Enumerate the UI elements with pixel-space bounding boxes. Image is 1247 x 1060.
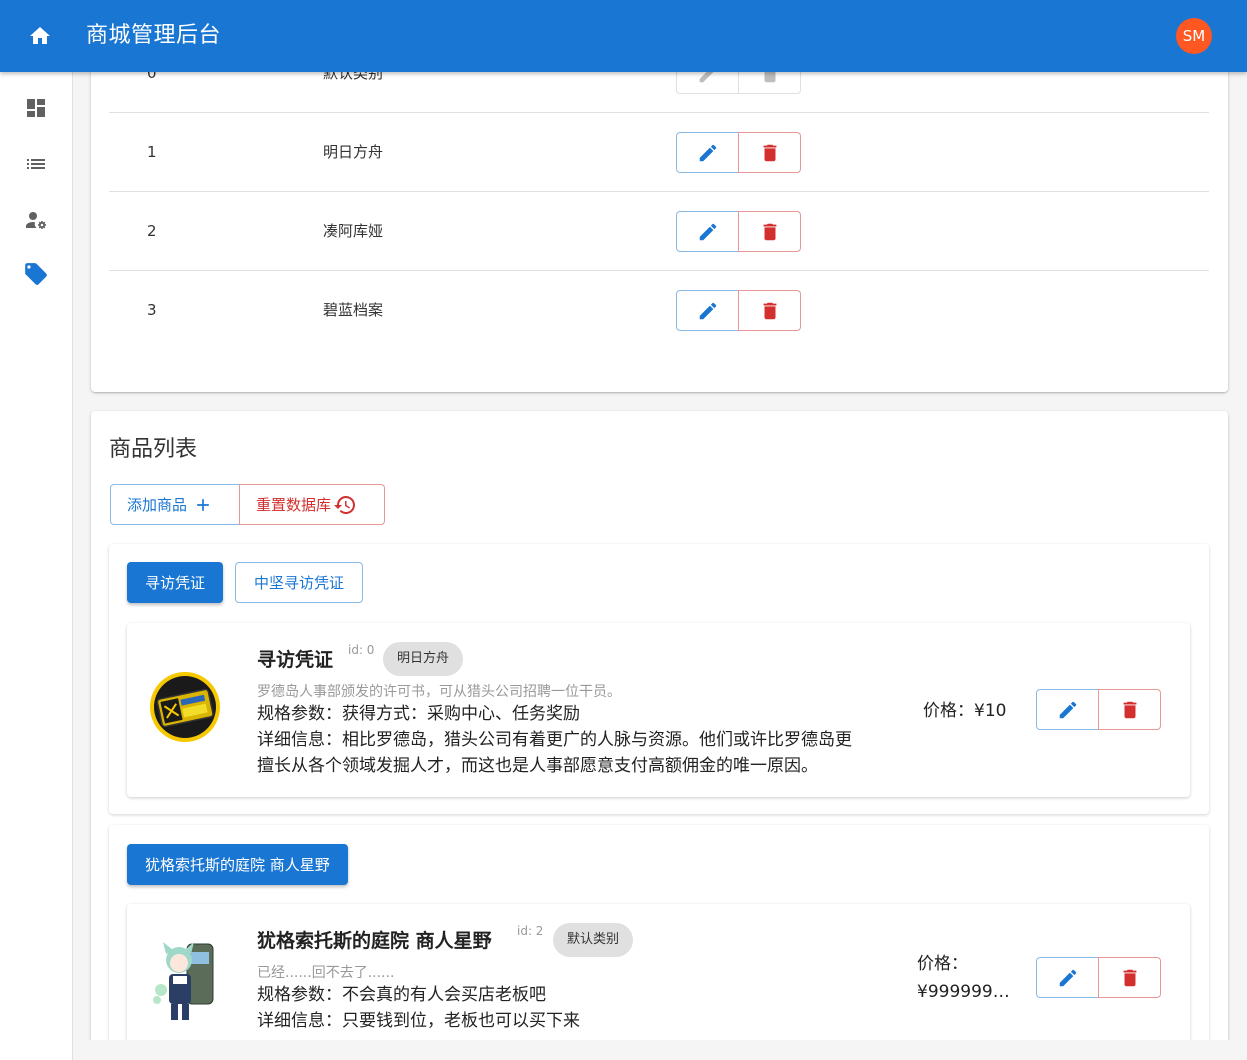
category-name: 明日方舟 xyxy=(323,143,384,161)
edit-button[interactable] xyxy=(676,132,739,173)
trash-icon xyxy=(1123,701,1136,718)
category-id: 2 xyxy=(147,222,157,240)
tab-hoshino-merchant[interactable]: 犹格索托斯的庭院 商人星野 xyxy=(127,844,348,885)
delete-button[interactable] xyxy=(1098,689,1161,730)
edit-icon xyxy=(1059,969,1076,986)
edit-icon xyxy=(699,302,716,319)
product-actions xyxy=(1036,689,1161,730)
row-actions xyxy=(676,72,801,94)
product-group: 犹格索托斯的庭院 商人星野 犹格索托斯的庭院 商人星野 id: 2 默认类别 已… xyxy=(109,825,1209,1040)
manage-accounts-icon xyxy=(26,212,46,229)
product-card: 犹格索托斯的庭院 商人星野 id: 2 默认类别 已经......回不去了...… xyxy=(127,904,1190,1040)
section-title: 商品列表 xyxy=(109,437,198,462)
product-description: 罗德岛人事部颁发的许可书，可从猎头公司招聘一位干员。 xyxy=(257,684,621,700)
category-chip: 默认类别 xyxy=(553,923,634,957)
trash-icon xyxy=(1123,969,1136,986)
product-list-section: 商品列表 添加商品 重置数据库 寻访凭证 中坚寻访凭证 寻访凭证 id: 0 明… xyxy=(91,411,1228,1040)
plus-icon xyxy=(197,498,209,511)
product-id: id: 0 xyxy=(348,643,375,657)
product-name: 犹格索托斯的庭院 商人星野 xyxy=(257,930,492,952)
product-description: 已经......回不去了...... xyxy=(257,965,395,981)
edit-button[interactable] xyxy=(1036,689,1099,730)
edit-button[interactable] xyxy=(676,211,739,252)
nav-dashboard[interactable] xyxy=(12,88,60,128)
edit-icon xyxy=(699,223,716,240)
list-icon xyxy=(27,159,45,169)
edit-icon xyxy=(699,144,716,161)
edit-button[interactable] xyxy=(676,72,739,94)
home-button[interactable] xyxy=(20,16,60,56)
row-actions xyxy=(676,211,801,252)
edit-icon xyxy=(1059,701,1076,718)
home-icon xyxy=(30,27,50,44)
category-id: 3 xyxy=(147,301,157,319)
app-bar: 商城管理后台 SM xyxy=(0,0,1247,72)
tag-icon xyxy=(25,263,47,285)
nav-manage-accounts[interactable] xyxy=(12,200,60,240)
delete-button[interactable] xyxy=(1098,957,1161,998)
category-id: 1 xyxy=(147,143,157,161)
user-avatar[interactable]: SM xyxy=(1176,18,1212,54)
tab-headhunting-permit[interactable]: 寻访凭证 xyxy=(127,562,224,603)
delete-button[interactable] xyxy=(738,290,801,331)
product-name: 寻访凭证 xyxy=(257,649,334,671)
trash-icon xyxy=(764,72,775,82)
product-detail: 擅长从各个领域发掘人才，而这也是人事部愿意支付高额佣金的唯一原因。 xyxy=(257,756,818,776)
product-detail: 详细信息：只要钱到位，老板也可以买下来 xyxy=(257,1011,580,1031)
delete-button[interactable] xyxy=(738,211,801,252)
table-row: 3 碧蓝档案 xyxy=(109,271,1209,350)
category-name: 碧蓝档案 xyxy=(323,301,384,319)
product-card: 寻访凭证 id: 0 明日方舟 罗德岛人事部颁发的许可书，可从猎头公司招聘一位干… xyxy=(127,623,1190,797)
nav-category[interactable] xyxy=(12,254,60,294)
trash-icon xyxy=(763,223,776,240)
row-actions xyxy=(676,132,801,173)
headhunting-permit-image xyxy=(149,667,221,747)
reset-database-button[interactable]: 重置数据库 xyxy=(239,484,385,525)
category-table: 0 默认类别 1 明日方舟 2 凑阿库娅 3 碧蓝档案 xyxy=(91,72,1228,392)
product-price-label: 价格： xyxy=(917,954,968,974)
tab-mid-headhunting-permit[interactable]: 中坚寻访凭证 xyxy=(235,562,364,603)
product-detail: 详细信息：相比罗德岛，猎头公司有着更广的人脉与资源。他们或许比罗德岛更 xyxy=(257,730,852,750)
category-chip: 明日方舟 xyxy=(383,642,464,676)
product-spec: 规格参数：获得方式：采购中心、任务奖励 xyxy=(257,704,580,724)
edit-button[interactable] xyxy=(1036,957,1099,998)
trash-icon xyxy=(763,302,776,319)
edit-button[interactable] xyxy=(676,290,739,331)
product-id: id: 2 xyxy=(517,924,544,938)
edit-icon xyxy=(699,72,713,82)
history-icon xyxy=(334,495,356,514)
product-actions xyxy=(1036,957,1161,998)
product-price-value: ¥999999… xyxy=(917,982,1010,1002)
reset-database-label: 重置数据库 xyxy=(256,496,332,514)
side-drawer xyxy=(0,72,73,1060)
table-row: 1 明日方舟 xyxy=(109,113,1209,192)
add-product-label: 添加商品 xyxy=(127,496,188,514)
row-actions xyxy=(676,290,801,331)
delete-button[interactable] xyxy=(738,72,801,94)
table-row: 2 凑阿库娅 xyxy=(109,192,1209,271)
table-row: 0 默认类别 xyxy=(109,72,1209,113)
app-title: 商城管理后台 xyxy=(86,23,222,48)
category-id: 0 xyxy=(147,72,157,82)
product-spec: 规格参数：不会真的有人会买店老板吧 xyxy=(257,985,546,1005)
product-group: 寻访凭证 中坚寻访凭证 寻访凭证 id: 0 明日方舟 罗德岛人事部颁发的许可书… xyxy=(109,544,1209,814)
main-content: 0 默认类别 1 明日方舟 2 凑阿库娅 3 碧蓝档案 商品列表 添加商品 重置… xyxy=(73,72,1247,1040)
delete-button[interactable] xyxy=(738,132,801,173)
dashboard-icon xyxy=(27,99,45,117)
category-name: 默认类别 xyxy=(323,72,384,82)
add-product-button[interactable]: 添加商品 xyxy=(110,484,240,525)
nav-list[interactable] xyxy=(12,144,60,184)
category-name: 凑阿库娅 xyxy=(323,222,384,240)
product-price: 价格：¥10 xyxy=(923,701,1007,721)
anime-character-image xyxy=(149,930,221,1028)
trash-icon xyxy=(763,144,776,161)
